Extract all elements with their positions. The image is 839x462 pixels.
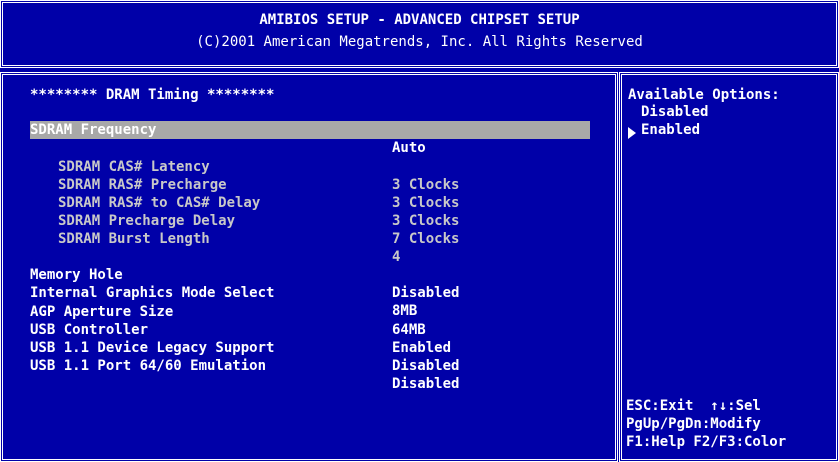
setting-row-ras-to-cas: SDRAM RAS# to CAS# Delay 3 Clocks — [28, 176, 459, 229]
help-modify: PgUp/PgDn:Modify — [626, 416, 761, 432]
setting-label: SDRAM Burst Length — [58, 231, 210, 247]
setting-label: USB 1.1 Device Legacy Support — [30, 340, 275, 356]
selected-option-marker-icon — [628, 127, 636, 139]
setting-value: Disabled — [392, 285, 460, 301]
setting-label: Memory Hole — [30, 267, 123, 283]
setting-row-sdram-frequency[interactable]: SDRAM Frequency Auto — [0, 103, 426, 156]
setting-label: USB Controller — [30, 322, 149, 338]
setting-value: 3 Clocks — [392, 195, 460, 211]
setting-value: Auto — [392, 140, 426, 156]
setting-label: SDRAM Frequency — [30, 122, 157, 138]
setting-label: USB 1.1 Port 64/60 Emulation — [30, 358, 267, 374]
copyright-text: (C)2001 American Megatrends, Inc. All Ri… — [196, 34, 643, 50]
setting-value: Enabled — [392, 340, 452, 356]
setting-label: Internal Graphics Mode Select — [30, 285, 275, 301]
setting-row-ras-precharge: SDRAM RAS# Precharge 3 Clocks — [28, 158, 459, 211]
setting-row-memory-hole[interactable]: Memory Hole Disabled — [0, 248, 459, 301]
setting-row-usb-emulation[interactable]: USB 1.1 Port 64/60 Emulation Disabled — [0, 339, 459, 392]
setting-row-usb-legacy[interactable]: USB 1.1 Device Legacy Support Disabled — [0, 321, 459, 374]
setting-value: 3 Clocks — [392, 177, 460, 193]
setting-row-burst-length: SDRAM Burst Length 4 — [28, 212, 400, 265]
setting-row-configure-spd[interactable]: Configure SDRAM Timing by SPD Enabled — [0, 121, 451, 174]
help-exit-select: ESC:Exit ↑↓:Sel — [626, 398, 761, 414]
setting-value: 64MB — [392, 322, 426, 338]
setting-value: 8MB — [392, 303, 418, 319]
setting-value: Disabled — [392, 358, 460, 374]
setting-label: SDRAM Precharge Delay — [58, 213, 236, 229]
setting-row-agp-aperture[interactable]: AGP Aperture Size 64MB — [0, 285, 426, 338]
setup-title: AMIBIOS SETUP - ADVANCED CHIPSET SETUP — [259, 12, 580, 28]
setting-value: Disabled — [392, 376, 460, 392]
help-color: F1:Help F2/F3:Color — [626, 434, 787, 450]
section-title: ******** DRAM Timing ******** — [30, 87, 275, 103]
setting-row-cas-latency: SDRAM CAS# Latency 3 Clocks — [28, 140, 459, 193]
setting-label: AGP Aperture Size — [30, 304, 174, 320]
setting-row-precharge-delay: SDRAM Precharge Delay 7 Clocks — [28, 194, 459, 247]
setting-row-usb-controller[interactable]: USB Controller Enabled — [0, 303, 451, 356]
setting-label: SDRAM RAS# Precharge — [58, 177, 227, 193]
setting-label: SDRAM CAS# Latency — [58, 159, 210, 175]
setting-row-graphics-mode[interactable]: Internal Graphics Mode Select 8MB — [0, 266, 417, 319]
setting-value: Enabled — [392, 158, 452, 174]
options-title: Available Options: — [628, 87, 780, 103]
setting-label: SDRAM RAS# to CAS# Delay — [58, 195, 261, 211]
setting-value: 7 Clocks — [392, 231, 460, 247]
setting-value: 3 Clocks — [392, 213, 460, 229]
setting-label: Configure SDRAM Timing by SPD — [30, 140, 275, 156]
option-disabled[interactable]: Disabled — [641, 103, 708, 121]
setting-value: 4 — [392, 249, 401, 265]
option-enabled[interactable]: Enabled — [641, 121, 700, 139]
